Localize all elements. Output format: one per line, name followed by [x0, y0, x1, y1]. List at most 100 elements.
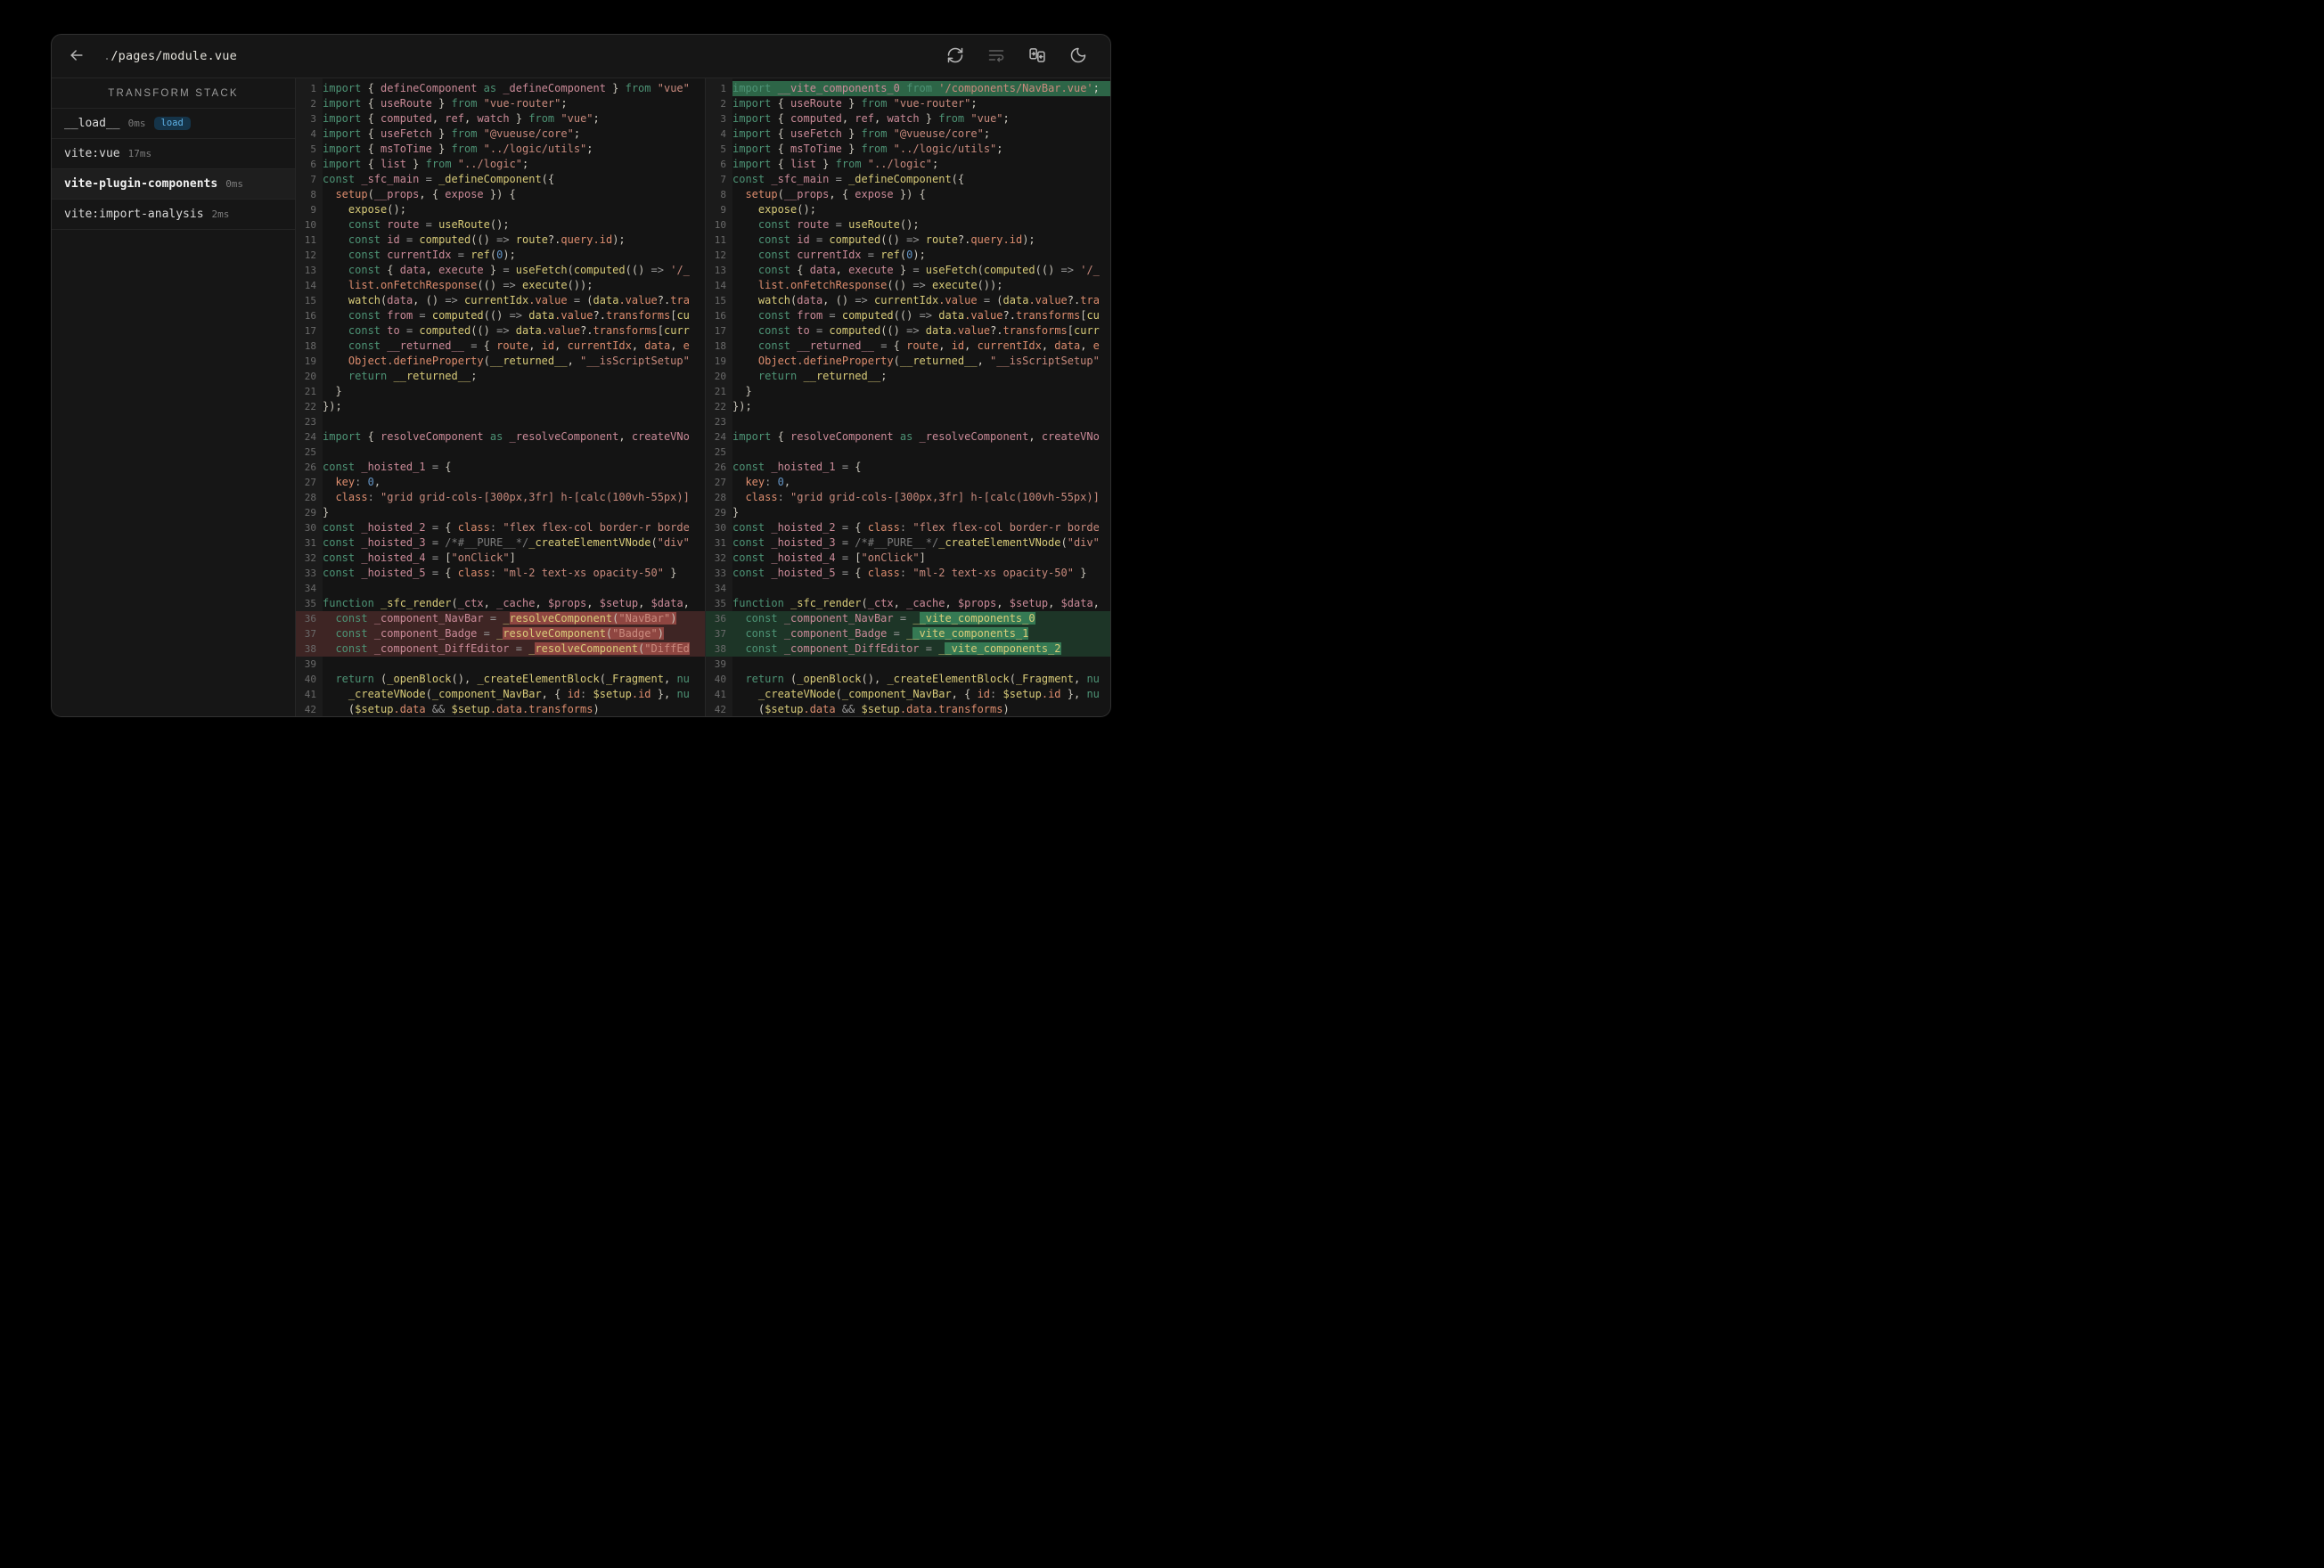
code-text: import { useRoute } from "vue-router";	[323, 97, 568, 110]
sidebar-item-vite-plugin-components[interactable]: vite-plugin-components 0ms	[52, 169, 295, 200]
inspector-window: ./pages/module.vue TRANSFORM STACK __loa…	[51, 34, 1111, 717]
line-number: 12	[714, 249, 726, 261]
line-number: 3	[720, 113, 726, 125]
plugin-time: 2ms	[211, 208, 230, 220]
toggle-diff-button[interactable]	[1025, 44, 1050, 69]
line-number: 23	[304, 416, 316, 428]
sidebar-item-vite-import-analysis[interactable]: vite:import-analysis 2ms	[52, 200, 295, 230]
line-number: 2	[720, 98, 726, 110]
code-line: 24 import { resolveComponent as _resolveC…	[706, 429, 1110, 445]
sidebar-item-load[interactable]: __load__ 0ms load	[52, 109, 295, 139]
code-line: 1 import __vite_components_0 from '/compo…	[706, 81, 1110, 96]
code-line: 11 const id = computed(() => route?.quer…	[706, 233, 1110, 248]
code-line: 37 const _component_Badge = __vite_compo…	[706, 626, 1110, 641]
code-text: import { resolveComponent as _resolveCom…	[732, 430, 1100, 443]
code-text: const _component_DiffEditor = _resolveCo…	[335, 642, 690, 655]
line-number: 1	[310, 83, 316, 94]
code-text: const to = computed(() => data.value?.tr…	[348, 324, 690, 337]
code-line: 33 const _hoisted_5 = { class: "ml-2 text…	[296, 566, 705, 581]
line-number: 9	[720, 204, 726, 216]
line-number: 34	[304, 583, 316, 594]
code-text: expose();	[348, 203, 406, 216]
code-line: 42 ($setup.data && $setup.data.transform…	[296, 702, 705, 716]
code-line: 7 const _sfc_main = _defineComponent({	[706, 172, 1110, 187]
code-text: const _hoisted_5 = { class: "ml-2 text-x…	[732, 567, 1087, 579]
code-line: 21 }	[296, 384, 705, 399]
sidebar-item-vite-vue[interactable]: vite:vue 17ms	[52, 139, 295, 169]
line-number: 37	[304, 628, 316, 640]
code-line: 32 const _hoisted_4 = ["onClick"]	[296, 551, 705, 566]
line-number: 7	[720, 174, 726, 185]
line-number: 4	[720, 128, 726, 140]
line-number: 32	[304, 552, 316, 564]
line-number: 36	[714, 613, 726, 625]
code-line: 24 import { resolveComponent as _resolveC…	[296, 429, 705, 445]
sidebar-header: TRANSFORM STACK	[52, 78, 295, 109]
code-line: 40 return (_openBlock(), _createElementB…	[706, 672, 1110, 687]
code-text: import { computed, ref, watch } from "vu…	[732, 112, 1010, 125]
dark-mode-button[interactable]	[1066, 44, 1091, 69]
line-number: 11	[714, 234, 726, 246]
refresh-button[interactable]	[943, 44, 968, 69]
code-text: class: "grid grid-cols-[300px,3fr] h-[ca…	[335, 491, 690, 503]
code-line: 22});	[296, 399, 705, 414]
diff-pane-before[interactable]: 1 import { defineComponent as _defineComp…	[296, 78, 706, 716]
code-text: const _hoisted_2 = { class: "flex flex-c…	[323, 521, 690, 534]
code-text: const _component_Badge = _resolveCompone…	[335, 627, 664, 640]
code-line: 15 watch(data, () => currentIdx.value = …	[296, 293, 705, 308]
line-number: 30	[304, 522, 316, 534]
diff-pane-after[interactable]: 1 import __vite_components_0 from '/compo…	[706, 78, 1110, 716]
code-line: 34	[706, 581, 1110, 596]
line-number: 19	[304, 355, 316, 367]
code-line: 29}	[296, 505, 705, 520]
code-text: const id = computed(() => route?.query.i…	[348, 233, 626, 246]
plugin-name: vite:import-analysis	[64, 208, 204, 221]
back-button[interactable]	[64, 44, 89, 69]
code-text: watch(data, () => currentIdx.value = (da…	[757, 294, 1100, 306]
code-text: const _hoisted_5 = { class: "ml-2 text-x…	[323, 567, 677, 579]
line-number: 37	[714, 628, 726, 640]
code-line: 41 _createVNode(_component_NavBar, { id:…	[706, 687, 1110, 702]
code-line: 18 const __returned__ = { route, id, cur…	[296, 339, 705, 354]
code-line: 29}	[706, 505, 1110, 520]
code-text: import { list } from "../logic";	[323, 158, 529, 170]
refresh-icon	[946, 46, 964, 67]
code-text: const __returned__ = { route, id, curren…	[348, 339, 690, 352]
code-text: ($setup.data && $setup.data.transforms)	[323, 703, 600, 715]
line-number: 25	[714, 446, 726, 458]
code-line: 38 const _component_DiffEditor = __vite_…	[706, 641, 1110, 657]
line-number: 32	[714, 552, 726, 564]
line-number: 15	[714, 295, 726, 306]
plugin-time: 17ms	[127, 148, 152, 159]
line-number: 31	[714, 537, 726, 549]
line-number: 9	[310, 204, 316, 216]
code-line: 5 import { msToTime } from "../logic/util…	[296, 142, 705, 157]
line-number: 8	[720, 189, 726, 200]
code-line: 30 const _hoisted_2 = { class: "flex flex…	[706, 520, 1110, 535]
line-number: 42	[714, 704, 726, 715]
plugin-name: vite:vue	[64, 147, 120, 160]
code-text: Object.defineProperty(__returned__, "__i…	[348, 355, 690, 367]
code-line: 25	[296, 445, 705, 460]
code-text: import { msToTime } from "../logic/utils…	[323, 143, 593, 155]
line-number: 25	[304, 446, 316, 458]
line-number: 26	[714, 461, 726, 473]
line-number: 38	[304, 643, 316, 655]
line-wrap-button[interactable]	[984, 44, 1009, 69]
code-text: const { data, execute } = useFetch(compu…	[757, 264, 1100, 276]
code-line: 28 class: "grid grid-cols-[300px,3fr] h-…	[296, 490, 705, 505]
code-text: const { data, execute } = useFetch(compu…	[348, 264, 690, 276]
line-number: 35	[714, 598, 726, 609]
line-number: 38	[714, 643, 726, 655]
line-number: 15	[304, 295, 316, 306]
code-text: const from = computed(() => data.value?.…	[348, 309, 690, 322]
code-text: import { resolveComponent as _resolveCom…	[323, 430, 690, 443]
line-number: 3	[310, 113, 316, 125]
line-number: 30	[714, 522, 726, 534]
code-text: const route = useRoute();	[757, 218, 920, 231]
code-line: 14 list.onFetchResponse(() => execute())…	[296, 278, 705, 293]
code-text: return (_openBlock(), _createElementBloc…	[335, 673, 690, 685]
code-line: 20 return __returned__;	[296, 369, 705, 384]
